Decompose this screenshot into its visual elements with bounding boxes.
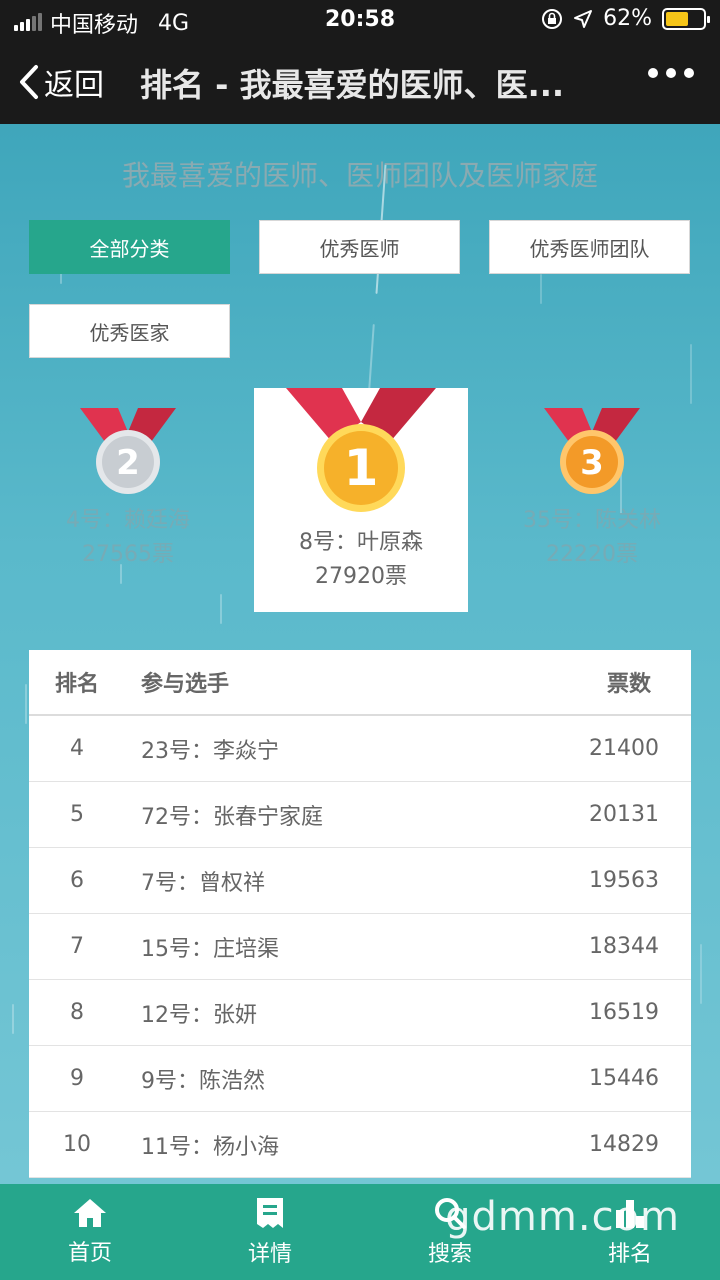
ranking-table: 排名 参与选手 票数 4 23号：李焱宁 21400 5 72号：张春宁家庭 2…: [29, 650, 691, 1178]
podium-first[interactable]: 1 8号：叶原森 27920票: [254, 388, 468, 612]
row-votes: 19563: [589, 868, 659, 893]
tab-search-label: 搜索: [427, 1242, 472, 1267]
row-votes: 21400: [589, 736, 659, 761]
tab-details[interactable]: 详情: [180, 1184, 360, 1280]
location-icon: [574, 9, 593, 28]
row-votes: 20131: [589, 802, 659, 827]
row-votes: 16519: [589, 1000, 659, 1025]
row-contestant: 72号：张春宁家庭: [141, 804, 323, 830]
category-doctor-family-button[interactable]: 优秀医家: [29, 304, 230, 358]
row-rank: 9: [70, 1066, 84, 1091]
gold-rank-number: 1: [344, 439, 379, 497]
podium-third-name: 35号：陈关林: [523, 508, 661, 533]
battery-icon: [662, 7, 710, 30]
home-icon: [74, 1199, 106, 1227]
row-rank: 6: [70, 868, 84, 893]
header-votes: 票数: [606, 672, 651, 697]
podium-second-votes: 27565票: [82, 542, 174, 567]
status-right: 62%: [541, 6, 710, 31]
battery-percent: 62%: [603, 6, 652, 31]
row-votes: 18344: [589, 934, 659, 959]
page-title: 排名 - 我最喜爱的医师、医...: [140, 66, 565, 104]
watermark-text: gdmm.com: [445, 1194, 680, 1240]
table-row[interactable]: 6 7号：曾权祥 19563: [29, 848, 691, 914]
row-votes: 15446: [589, 1066, 659, 1091]
tab-home[interactable]: 首页: [0, 1184, 180, 1280]
row-rank: 4: [70, 736, 84, 761]
row-contestant: 9号：陈浩然: [141, 1068, 265, 1094]
details-icon: [257, 1198, 283, 1228]
ranking-table-header: 排名 参与选手 票数: [29, 650, 691, 716]
bronze-medal-icon: 3: [544, 408, 640, 494]
tab-home-label: 首页: [67, 1241, 112, 1266]
silver-rank-number: 2: [116, 443, 140, 483]
status-bar: 中国移动 4G 20:58 62%: [0, 0, 720, 40]
podium-first-votes: 27920票: [315, 564, 407, 589]
podium-second[interactable]: 2 4号：赖廷海 27565票: [28, 406, 228, 572]
more-menu-button[interactable]: [648, 68, 694, 78]
row-votes: 14829: [589, 1132, 659, 1157]
nav-bar: 返回 排名 - 我最喜爱的医师、医...: [0, 40, 720, 124]
row-contestant: 15号：庄培渠: [141, 936, 279, 962]
row-rank: 8: [70, 1000, 84, 1025]
header-rank: 排名: [54, 672, 99, 697]
table-row[interactable]: 8 12号：张妍 16519: [29, 980, 691, 1046]
table-row[interactable]: 10 11号：杨小海 14829: [29, 1112, 691, 1178]
bronze-rank-number: 3: [580, 443, 604, 483]
table-row[interactable]: 9 9号：陈浩然 15446: [29, 1046, 691, 1112]
table-row[interactable]: 7 15号：庄培渠 18344: [29, 914, 691, 980]
back-button[interactable]: 返回: [18, 60, 104, 104]
podium-second-name: 4号：赖廷海: [66, 508, 190, 533]
back-label: 返回: [44, 68, 104, 103]
row-rank: 10: [63, 1132, 91, 1157]
table-row[interactable]: 4 23号：李焱宁 21400: [29, 716, 691, 782]
page-heading: 我最喜爱的医师、医师团队及医师家庭: [121, 159, 598, 192]
tab-details-label: 详情: [247, 1242, 292, 1267]
row-contestant: 7号：曾权祥: [141, 870, 265, 896]
category-doctor-button[interactable]: 优秀医师: [259, 220, 460, 274]
row-rank: 5: [70, 802, 84, 827]
podium-third-votes: 22220票: [546, 542, 638, 567]
podium-third[interactable]: 3 35号：陈关林 22220票: [492, 406, 692, 572]
row-rank: 7: [70, 934, 84, 959]
silver-medal-icon: 2: [80, 408, 176, 494]
category-all-button[interactable]: 全部分类: [29, 220, 230, 274]
table-row[interactable]: 5 72号：张春宁家庭 20131: [29, 782, 691, 848]
row-contestant: 12号：张妍: [141, 1002, 257, 1028]
row-contestant: 23号：李焱宁: [141, 738, 279, 764]
rotation-lock-icon: [542, 8, 563, 29]
category-doctor-team-button[interactable]: 优秀医师团队: [489, 220, 690, 274]
podium-first-name: 8号：叶原森: [299, 530, 423, 555]
ranking-content[interactable]: 我最喜爱的医师、医师团队及医师家庭 全部分类 优秀医师 优秀医师团队 优秀医家 …: [0, 124, 720, 1184]
header-contestant: 参与选手: [141, 672, 230, 697]
tab-ranking-label: 排名: [607, 1242, 652, 1267]
row-contestant: 11号：杨小海: [141, 1134, 279, 1160]
chevron-left-icon: [20, 65, 38, 99]
gold-medal-icon: 1: [286, 388, 436, 512]
more-dot-icon: [648, 68, 658, 78]
